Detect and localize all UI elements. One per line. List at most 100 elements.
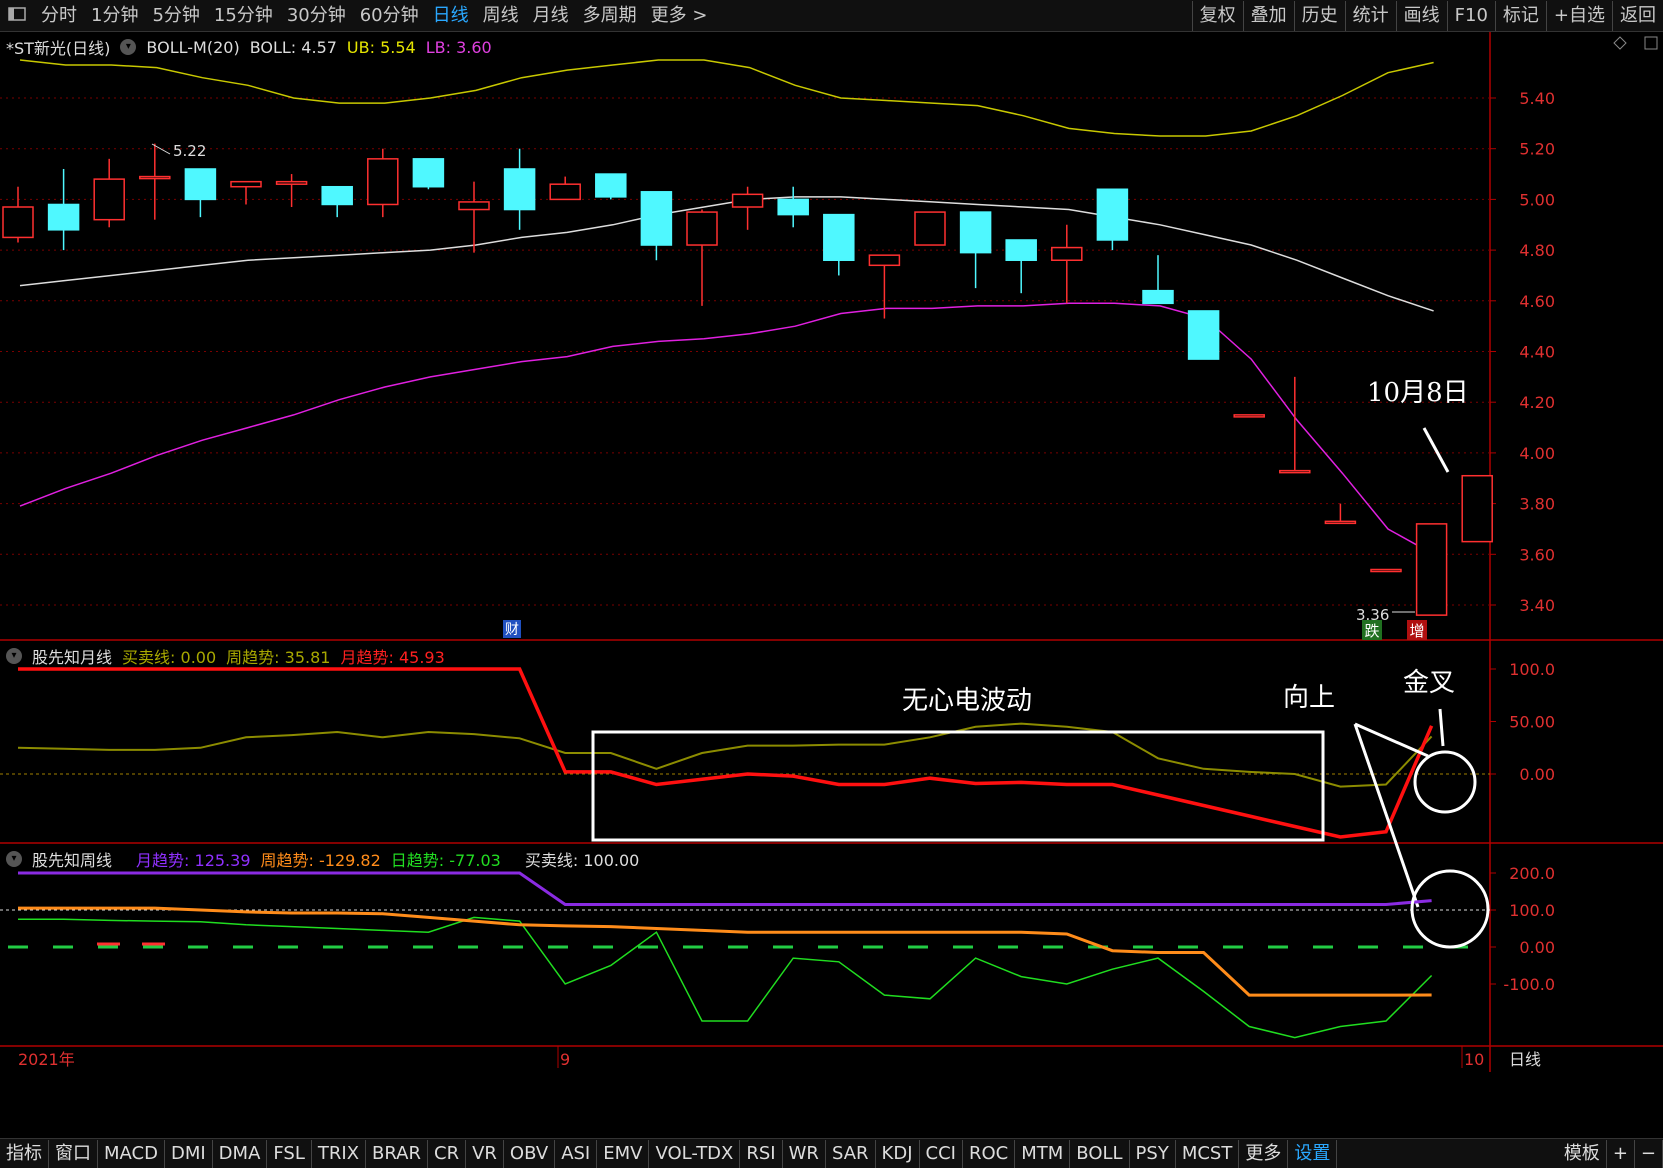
- indicator-tab[interactable]: BRAR: [366, 1139, 428, 1168]
- toolbar-button[interactable]: F10: [1446, 0, 1495, 31]
- candle-body: [1415, 523, 1448, 616]
- period-tab[interactable]: 周线: [476, 1, 526, 31]
- panel2-name[interactable]: 股先知月线: [32, 644, 112, 668]
- indicator-tab[interactable]: CCI: [920, 1139, 963, 1168]
- period-tab[interactable]: 月线: [526, 1, 576, 31]
- toolbar-button[interactable]: 历史: [1293, 0, 1345, 31]
- indicator-name[interactable]: BOLL-M(20): [146, 38, 239, 57]
- candle-body: [1461, 474, 1493, 543]
- indicator-tab[interactable]: MACD: [98, 1139, 165, 1168]
- candle-body: [367, 158, 399, 206]
- panel3-name[interactable]: 股先知周线: [32, 847, 112, 871]
- p2-month-line: [18, 667, 1434, 839]
- price-tick-label: 5.40: [1519, 89, 1555, 108]
- indicator-tab[interactable]: DMA: [213, 1139, 268, 1168]
- candle-body: [184, 168, 217, 201]
- p3-tick-label: 200.0: [1509, 864, 1555, 883]
- p2-v3: 45.93: [398, 648, 445, 667]
- panel3-toggle-icon[interactable]: ▾: [6, 851, 22, 867]
- indicator-tab[interactable]: 更多: [1239, 1139, 1289, 1168]
- period-tab[interactable]: 5分钟: [145, 1, 206, 31]
- period-tab[interactable]: 1分钟: [84, 1, 145, 31]
- cross-pointer: [1438, 708, 1445, 747]
- indicator-tab[interactable]: FSL: [267, 1139, 312, 1168]
- indicator-tab[interactable]: OBV: [504, 1139, 556, 1168]
- candle-body: [868, 254, 901, 267]
- period-tab[interactable]: 30分钟: [280, 1, 353, 31]
- indicator-tab[interactable]: 指标: [0, 1139, 49, 1168]
- period-tab[interactable]: 日线: [426, 1, 476, 31]
- toolbar-button[interactable]: 返回: [1612, 0, 1663, 31]
- candle-body: [914, 211, 946, 246]
- candle-body: [777, 198, 809, 216]
- x-axis-month-9: 9: [560, 1050, 570, 1069]
- period-tab[interactable]: 更多 >: [644, 1, 715, 31]
- period-tab[interactable]: 多周期: [576, 1, 644, 31]
- panel2-title: ▾ 股先知月线 买卖线: 0.00 周趋势: 35.81 月趋势: 45.93: [6, 644, 445, 668]
- bottom-tool-button[interactable]: −: [1635, 1139, 1663, 1168]
- candle-body: [321, 185, 353, 206]
- p2-l3: 月趋势:: [340, 648, 394, 667]
- diamond-icon: [1613, 36, 1627, 50]
- ub-value: 5.54: [380, 37, 416, 57]
- period-tabs: 分时 1分钟 5分钟 15分钟 30分钟 60分钟 日线 周线 月线 多周期 更多 >: [34, 1, 714, 31]
- p2-month: 月趋势: 45.93: [340, 644, 444, 668]
- indicator-toolbar: 指标 窗口 MACD DMI DMA FSL TRIX BRAR CR VR OBV ASI EMV VO…: [0, 1138, 1663, 1168]
- indicator-tab[interactable]: ASI: [555, 1139, 598, 1168]
- lb-readout: LB: 3.60: [426, 38, 492, 57]
- toolbar-button[interactable]: 叠加: [1242, 0, 1294, 31]
- indicator-tab[interactable]: KDJ: [876, 1139, 920, 1168]
- lb-label: LB:: [425, 37, 451, 57]
- toolbar-button[interactable]: 统计: [1344, 0, 1396, 31]
- indicator-tab[interactable]: MCST: [1176, 1139, 1240, 1168]
- indicator-tab[interactable]: ROC: [963, 1139, 1016, 1168]
- lb-value: 3.60: [456, 37, 492, 57]
- indicator-tab[interactable]: 窗口: [49, 1139, 98, 1168]
- period-tab[interactable]: 分时: [34, 1, 84, 31]
- settings-circle-icon[interactable]: ▾: [120, 39, 137, 55]
- indicator-tab[interactable]: DMI: [165, 1139, 213, 1168]
- indicator-tab[interactable]: PSY: [1130, 1139, 1176, 1168]
- bottom-tool-button[interactable]: +: [1607, 1139, 1635, 1168]
- cross-annotation: 金叉: [1403, 668, 1456, 698]
- candle-body: [1324, 520, 1357, 525]
- price-tick-label: 3.40: [1519, 596, 1555, 615]
- menu-icon[interactable]: [0, 1, 34, 31]
- p3-v3: -77.03: [449, 851, 501, 870]
- toolbar-button[interactable]: 复权: [1191, 0, 1243, 31]
- toolbar-button[interactable]: 标记: [1494, 0, 1546, 31]
- indicator-tab[interactable]: VOL-TDX: [649, 1139, 741, 1168]
- candle-body: [2, 206, 34, 239]
- period-tab[interactable]: 60分钟: [353, 1, 426, 31]
- indicator-tab[interactable]: TRIX: [312, 1139, 367, 1168]
- candle-body: [93, 178, 125, 221]
- p3-week: 周趋势: -129.82: [261, 847, 381, 871]
- x-axis-period: 日线: [1509, 1050, 1541, 1069]
- bottom-tool-button[interactable]: 模板: [1558, 1139, 1607, 1168]
- indicator-tab[interactable]: BOLL: [1070, 1139, 1130, 1168]
- indicator-tab[interactable]: CR: [428, 1139, 467, 1168]
- indicator-tab[interactable]: 设置: [1288, 1139, 1338, 1168]
- date-annotation: 10月8日: [1367, 378, 1469, 408]
- chart-area[interactable]: 5.40 5.20 5.00 4.80 4.60 4.40 4.20 4.00 3.80 3.60…: [0, 32, 1663, 1138]
- indicator-tab[interactable]: EMV: [597, 1139, 650, 1168]
- stock-name[interactable]: *ST新光(日线): [6, 35, 110, 59]
- high-price-mark: 5.22: [173, 142, 206, 160]
- main-panel-title: *ST新光(日线) ▾ BOLL-M(20) BOLL: 4.57 UB: 5.…: [6, 35, 492, 59]
- period-tab[interactable]: 15分钟: [207, 1, 280, 31]
- candle-body: [549, 183, 581, 201]
- toolbar-button[interactable]: +自选: [1545, 0, 1612, 31]
- badge-cai: 财: [505, 622, 519, 638]
- indicator-tab[interactable]: RSI: [740, 1139, 783, 1168]
- panel2-toggle-icon[interactable]: ▾: [6, 648, 22, 664]
- price-tick-label: 3.60: [1519, 545, 1555, 564]
- candle-body: [686, 211, 718, 246]
- toolbar-button[interactable]: 画线: [1395, 0, 1447, 31]
- indicator-tab[interactable]: VR: [466, 1139, 504, 1168]
- indicator-tab[interactable]: MTM: [1015, 1139, 1071, 1168]
- indicator-tab[interactable]: WR: [783, 1139, 826, 1168]
- p2-tick-label: 50.00: [1509, 713, 1555, 732]
- chart-canvas[interactable]: 5.40 5.20 5.00 4.80 4.60 4.40 4.20 4.00 3.80 3.60…: [0, 32, 1663, 1138]
- candle-body: [1096, 188, 1129, 241]
- indicator-tab[interactable]: SAR: [826, 1139, 876, 1168]
